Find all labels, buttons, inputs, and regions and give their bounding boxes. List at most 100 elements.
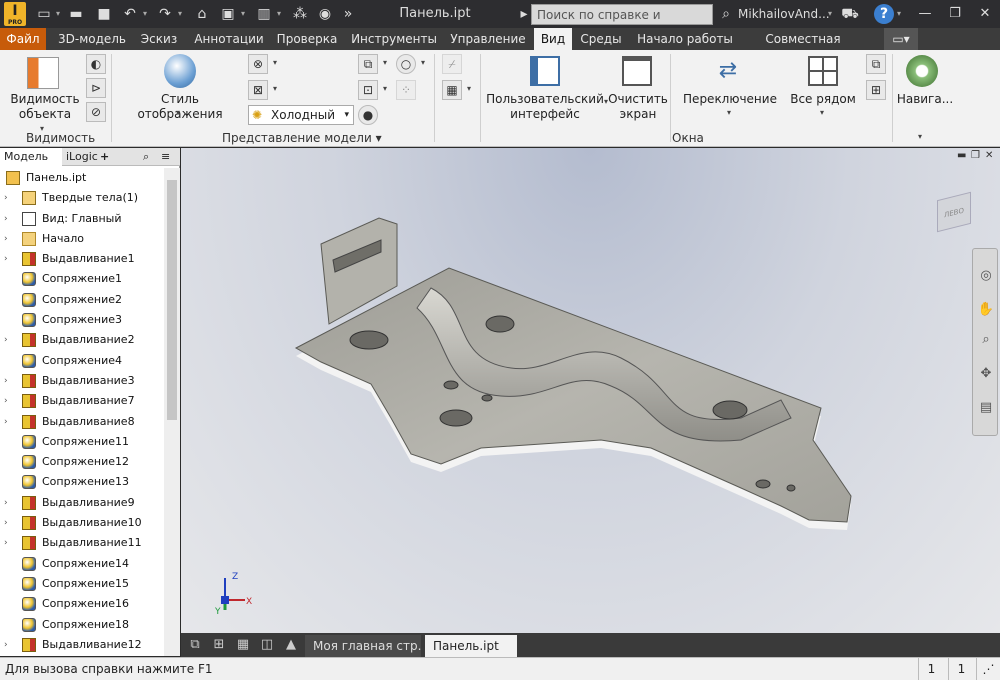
tree-item[interactable]: › Выдавливание10 [0, 513, 164, 533]
display-style-icon[interactable] [164, 54, 196, 88]
tab-part[interactable]: Панель.ipt ✕ [425, 635, 517, 675]
zoom-icon[interactable]: ⌕ [977, 331, 995, 349]
menu-icon[interactable]: ≡ [161, 148, 175, 166]
tree-item[interactable]: Сопряжение13 [0, 472, 164, 492]
expand-arrow-icon[interactable]: › [4, 513, 14, 533]
grid-dropdown-icon[interactable]: ▾ [467, 84, 471, 93]
new-window-icon[interactable]: ⊞ [866, 80, 886, 100]
ortho-dropdown-icon[interactable]: ▾ [383, 58, 387, 67]
user-name[interactable]: MikhailovAnd... [738, 0, 830, 28]
app-logo[interactable]: I PRO [4, 2, 26, 26]
ambient-shadow-icon[interactable]: ⊠ [248, 80, 268, 100]
shadows-icon[interactable]: ⊗ [248, 54, 268, 74]
navigate-button[interactable]: Навига... [896, 92, 954, 107]
expand-arrow-icon[interactable]: › [4, 533, 14, 553]
visibility-icon[interactable] [27, 57, 59, 89]
tree-item[interactable]: Сопряжение4 [0, 351, 164, 371]
tab-inspect[interactable]: Проверка [274, 28, 340, 50]
arrange-all-icon[interactable] [808, 56, 838, 86]
expand-arrow-icon[interactable]: › [4, 391, 14, 411]
arrange-dropdown-icon[interactable]: ▾ [820, 108, 824, 117]
appearance-icon[interactable]: ⊡ [358, 80, 378, 100]
section-view-icon[interactable]: ⌿ [442, 54, 462, 74]
tree-item[interactable]: › Начало [0, 229, 164, 249]
tree-item[interactable]: › Выдавливание7 [0, 391, 164, 411]
cascade-icon[interactable]: ⧉ [866, 54, 886, 74]
navigate-dropdown-icon[interactable]: ▾ [918, 132, 922, 141]
select-icon[interactable]: ⁂ [290, 4, 310, 24]
tree-item[interactable]: Сопряжение16 [0, 594, 164, 614]
display-style-dropdown-icon[interactable]: ▾ [176, 108, 180, 117]
undo-icon[interactable]: ↶ [120, 4, 140, 24]
pan-icon[interactable]: ✋ [977, 301, 995, 319]
browser-tab-model[interactable]: Модель ✕ [0, 148, 62, 181]
switch-button[interactable]: Переключение [680, 92, 780, 107]
tree-item[interactable]: Сопряжение12 [0, 452, 164, 472]
help-icon[interactable]: ? [874, 4, 894, 24]
more-icon[interactable]: » [338, 4, 358, 24]
tree-item[interactable]: › Выдавливание8 [0, 412, 164, 432]
resize-grip-icon[interactable]: ⋰ [976, 658, 1000, 680]
section-icon[interactable]: ⊳ [86, 78, 106, 98]
tree-item[interactable]: › Выдавливание12 [0, 635, 164, 655]
navigate-icon[interactable] [906, 55, 938, 87]
tile-grid-icon[interactable]: ⊞ [209, 636, 229, 654]
ambient-dropdown-icon[interactable]: ▾ [273, 84, 277, 93]
project-dropdown-icon[interactable]: ▾ [241, 6, 249, 22]
ribbon-toggle-icon[interactable]: ▭▾ [884, 28, 918, 50]
user-interface-button[interactable]: Пользовательский интерфейс [486, 92, 604, 122]
part-model[interactable] [181, 148, 1000, 633]
minimize-button[interactable]: — [910, 0, 940, 28]
tree-item[interactable]: › Твердые тела(1) [0, 188, 164, 208]
expand-arrow-icon[interactable]: › [4, 493, 14, 513]
orthographic-icon[interactable]: ⧉ [358, 54, 378, 74]
tab-3d-model[interactable]: 3D-модель [52, 28, 132, 50]
tab-environments[interactable]: Среды [576, 28, 626, 50]
expand-arrow-icon[interactable]: › [4, 249, 14, 269]
save-icon[interactable]: ■ [94, 4, 114, 24]
tab-list-arrow-icon[interactable]: ▲ [281, 636, 301, 654]
undo-dropdown-icon[interactable]: ▾ [143, 6, 151, 22]
help-dropdown-icon[interactable]: ▾ [897, 6, 905, 22]
user-dropdown-icon[interactable]: ▾ [828, 6, 836, 22]
tab-home[interactable]: Моя главная стр... [305, 635, 421, 657]
tree-item[interactable]: › Выдавливание2 [0, 330, 164, 350]
graphics-viewport[interactable]: ▬ ❐ ✕ ЛЕВО ◎ ✋ ⌕ ✥ ▤ Z X Y [181, 148, 1000, 633]
material-dropdown-icon[interactable]: ▾ [421, 58, 425, 67]
tree-item[interactable]: › Выдавливание1 [0, 249, 164, 269]
update-dropdown-icon[interactable]: ▾ [277, 6, 285, 22]
expand-arrow-icon[interactable]: › [4, 371, 14, 391]
material-sphere-icon[interactable]: ○ [396, 54, 416, 74]
project-icon[interactable]: ▣ [218, 4, 238, 24]
tree-item[interactable]: › Выдавливание11 [0, 533, 164, 553]
viewcube[interactable]: ЛЕВО [933, 188, 977, 233]
end-section-icon[interactable]: ⊘ [86, 102, 106, 122]
cart-icon[interactable]: ⛟ [840, 4, 860, 24]
help-search-input[interactable]: Поиск по справке и командам [531, 4, 713, 43]
tile-horizontal-icon[interactable]: ⧉ [185, 636, 205, 654]
close-button[interactable]: ✕ [970, 0, 1000, 28]
expand-arrow-icon[interactable]: › [4, 209, 14, 229]
shadows-dropdown-icon[interactable]: ▾ [273, 58, 277, 67]
appearance-dropdown-icon[interactable]: ▾ [383, 84, 387, 93]
tab-get-started[interactable]: Начало работы [632, 28, 738, 50]
arrange-all-button[interactable]: Все рядом [786, 92, 860, 107]
tab-collaborate[interactable]: Совместная работа [742, 28, 864, 68]
display-style-button[interactable]: Стиль отображения [120, 92, 240, 122]
redo-dropdown-icon[interactable]: ▾ [178, 6, 186, 22]
switch-dropdown-icon[interactable]: ▾ [727, 108, 731, 117]
tree-item[interactable]: Сопряжение1 [0, 269, 164, 289]
model-display-panel-label[interactable]: Представление модели ▾ [222, 131, 382, 145]
globe-icon[interactable]: ◉ [315, 4, 335, 24]
tab-sketch[interactable]: Эскиз [136, 28, 182, 50]
grid-icon[interactable]: ▦ [442, 80, 462, 100]
tile-vertical-icon[interactable]: ◫ [257, 636, 277, 654]
tab-tools[interactable]: Инструменты [346, 28, 442, 50]
tree-item[interactable]: Сопряжение15 [0, 574, 164, 594]
tree-item[interactable]: Сопряжение3 [0, 310, 164, 330]
redo-icon[interactable]: ↷ [155, 4, 175, 24]
clean-screen-button[interactable]: Очистить экран [608, 92, 668, 122]
visibility-button[interactable]: Видимость объекта [8, 92, 82, 122]
tree-item[interactable]: Панель.ipt [0, 168, 164, 188]
steering-wheel-icon[interactable]: ◎ [977, 267, 995, 285]
